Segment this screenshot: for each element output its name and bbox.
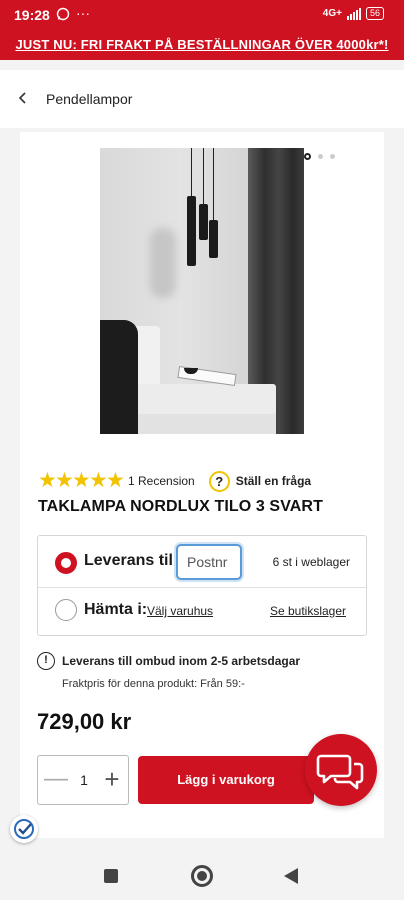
carousel-dot[interactable] (304, 153, 311, 160)
star-icon: ★ (106, 469, 125, 492)
rating-row: ★ ★ ★ ★ ★ 1 Recension ? Ställ en fråga (38, 470, 311, 492)
system-nav-bar (0, 852, 404, 900)
chevron-left-icon[interactable] (18, 91, 46, 107)
whatsapp-icon (56, 7, 70, 24)
divider (38, 587, 366, 588)
chat-button[interactable] (305, 734, 377, 806)
product-card: ★ ★ ★ ★ ★ 1 Recension ? Ställ en fråga T… (20, 132, 384, 838)
pickup-label[interactable]: Hämta i: (84, 601, 147, 619)
web-stock-text: 6 st i weblager (272, 555, 350, 569)
shipping-price-text: Fraktpris för denna produkt: Från 59:- (62, 678, 245, 690)
more-notifications-icon: ··· (76, 5, 90, 21)
carousel-dot[interactable] (318, 154, 323, 159)
product-image[interactable] (100, 148, 304, 434)
deliver-label[interactable]: Leverans till: (84, 552, 183, 570)
pickup-radio[interactable] (55, 599, 77, 621)
postnr-input[interactable] (176, 544, 242, 580)
battery-level: 56 (369, 8, 380, 18)
recents-icon[interactable] (104, 869, 118, 883)
product-title: TAKLAMPA NORDLUX TILO 3 SVART (38, 498, 323, 515)
ask-question-link[interactable]: Ställ en fråga (236, 474, 311, 488)
promo-banner[interactable]: JUST NU: FRI FRAKT PÅ BESTÄLLNINGAR ÖVER… (0, 30, 404, 60)
trust-badge-icon[interactable] (10, 815, 38, 843)
star-icon: ★ (72, 469, 91, 492)
delivery-options: Leverans till: 6 st i weblager Hämta i: … (37, 535, 367, 636)
promo-text[interactable]: JUST NU: FRI FRAKT PÅ BESTÄLLNINGAR ÖVER… (15, 37, 388, 52)
star-icon: ★ (55, 469, 74, 492)
status-bar: 19:28 ··· 4G+ 56 (0, 0, 404, 30)
deliver-radio[interactable] (55, 552, 77, 574)
add-to-cart-button[interactable]: Lägg i varukorg (138, 756, 314, 804)
home-icon[interactable] (191, 865, 213, 887)
chat-bubbles-icon (316, 754, 364, 790)
review-count-link[interactable]: 1 Recension (128, 474, 195, 488)
status-time: 19:28 (14, 7, 50, 23)
question-icon[interactable]: ? (208, 470, 230, 492)
star-icon: ★ (38, 469, 57, 492)
product-price: 729,00 kr (37, 709, 132, 734)
decrease-quantity-button[interactable]: — (44, 764, 68, 796)
info-icon: ! (37, 652, 55, 670)
star-icon: ★ (89, 469, 108, 492)
battery-icon: 56 (365, 7, 384, 20)
carousel-dot[interactable] (330, 154, 335, 159)
signal-icon (346, 7, 361, 20)
choose-store-link[interactable]: Välj varuhus (147, 604, 213, 618)
breadcrumb-label[interactable]: Pendellampor (46, 91, 132, 107)
back-icon[interactable] (284, 868, 298, 884)
quantity-stepper: — 1 + (37, 755, 129, 805)
image-carousel-dots[interactable] (304, 153, 335, 160)
quantity-value[interactable]: 1 (74, 772, 94, 788)
increase-quantity-button[interactable]: + (100, 764, 124, 796)
network-label: 4G+ (322, 8, 342, 19)
breadcrumb[interactable]: Pendellampor (0, 70, 404, 128)
shipping-title: Leverans till ombud inom 2-5 arbetsdagar (62, 654, 301, 668)
see-store-stock-link[interactable]: Se butikslager (270, 604, 346, 618)
